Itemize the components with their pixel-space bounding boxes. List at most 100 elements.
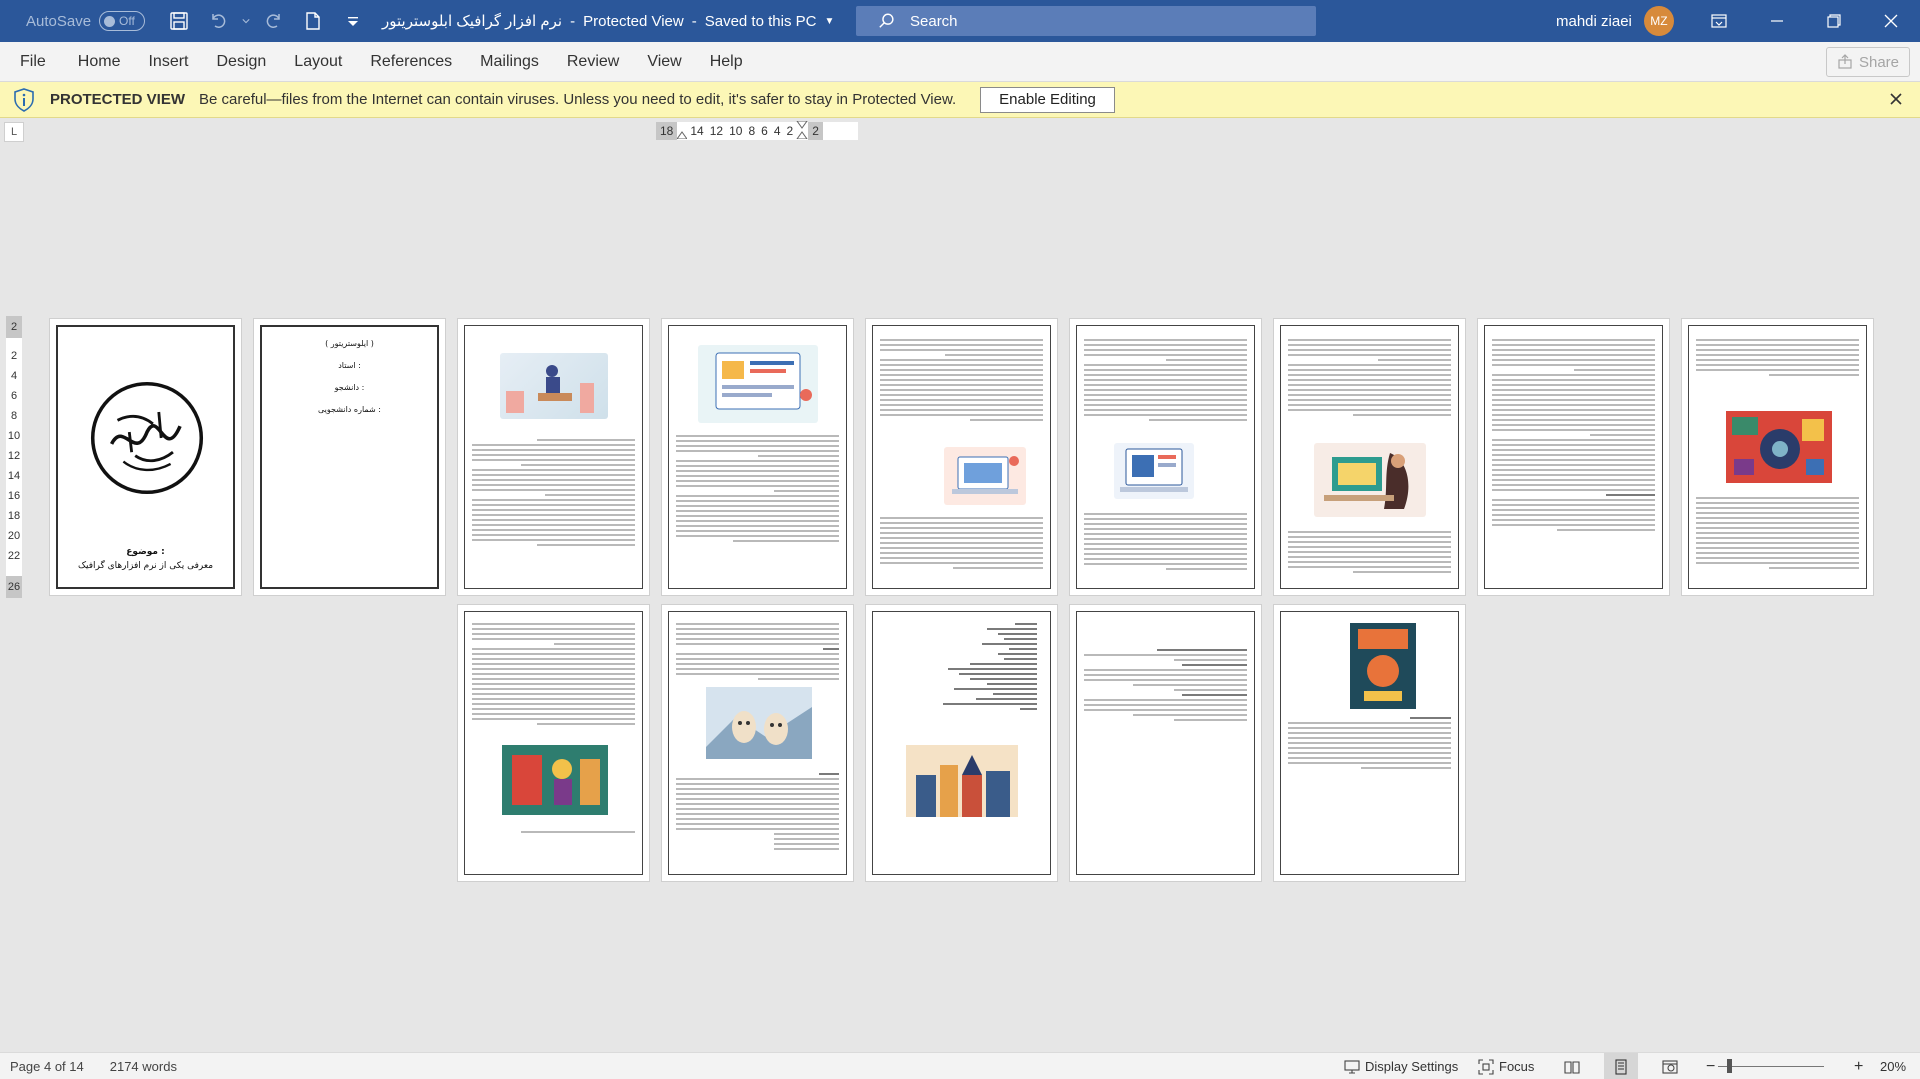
page-text-block [472,439,635,549]
vruler-tick: 8 [10,410,18,422]
page-text-block [1288,339,1451,419]
print-layout-icon[interactable] [1604,1053,1638,1079]
title-separator: - [570,12,576,30]
page-thumbnail-12[interactable] [865,604,1058,882]
share-button[interactable]: Share [1826,47,1910,77]
page-thumbnail-13[interactable] [1069,604,1262,882]
page-text-block-2 [1288,531,1451,576]
zoom-slider-track[interactable] [1718,1066,1824,1067]
right-indent-marker[interactable] [796,120,809,142]
page-text-block [1288,717,1451,772]
protected-view-status: Protected View [583,12,684,30]
menu-layout[interactable]: Layout [280,42,356,82]
undo-icon[interactable] [199,0,239,42]
autosave-toggle[interactable]: Off [99,11,146,31]
title-bar: AutoSave Off نرم افزار گرافیک ابلوستریتو… [0,0,1920,42]
page-illustration [1726,411,1832,483]
page-thumbnail-10[interactable] [457,604,650,882]
page-thumbnail-9[interactable] [1681,318,1874,596]
search-box[interactable]: Search [856,6,1316,36]
page-thumbnail-11[interactable] [661,604,854,882]
autosave-control[interactable]: AutoSave Off [26,11,146,31]
menu-home[interactable]: Home [64,42,135,82]
redo-icon[interactable] [253,0,293,42]
ruler-tick: 2 [786,124,794,138]
ruler-tick: 4 [773,124,781,138]
document-title[interactable]: نرم افزار گرافیک ابلوستریتور - Protected… [382,0,834,42]
read-mode-icon[interactable] [1564,1053,1585,1079]
undo-dropdown-icon[interactable] [239,0,253,42]
zoom-out-button[interactable]: − [1706,1053,1715,1079]
word-count[interactable]: 2174 words [110,1059,177,1074]
page-text-block [1084,339,1247,424]
page-text-block-2 [880,517,1043,572]
ruler-tick: 8 [748,124,756,138]
vruler-tick: 2 [10,350,18,362]
tab-selector[interactable]: L [4,122,24,142]
user-account[interactable]: mahdi ziaei MZ [1556,0,1674,42]
horizontal-ruler[interactable]: 18 14 12 10 8 6 4 2 2 [656,120,858,142]
menu-bar: File Home Insert Design Layout Reference… [0,42,1920,82]
vruler-tick: 20 [7,530,21,542]
page-illustration [944,447,1026,505]
page-text-block-2 [1084,513,1247,573]
page-text-block [676,435,839,545]
menu-mailings[interactable]: Mailings [466,42,553,82]
zoom-in-button[interactable]: + [1854,1053,1863,1079]
page-illustration [500,353,608,419]
share-icon [1838,54,1852,69]
page-text-block [472,623,635,728]
vruler-tick: 4 [10,370,18,382]
page-thumbnail-5[interactable] [865,318,1058,596]
page-thumbnail-14[interactable] [1273,604,1466,882]
page-text-block [1084,649,1247,724]
page-thumbnail-2[interactable]: ( ایلوستریتور ) استاد : دانشجو : شماره د… [253,318,446,596]
shield-info-icon [14,87,34,112]
vruler-tick: 22 [7,550,21,562]
page-thumbnail-3[interactable] [457,318,650,596]
display-settings-button[interactable]: Display Settings [1344,1053,1458,1079]
doc-name: نرم افزار گرافیک ابلوستریتور [382,13,563,30]
ribbon-display-options-icon[interactable] [1696,0,1742,42]
zoom-level[interactable]: 20% [1880,1053,1906,1079]
menu-view[interactable]: View [633,42,695,82]
restore-icon[interactable] [1811,0,1857,42]
menu-references[interactable]: References [356,42,466,82]
page-text-block [880,339,1043,424]
menu-help[interactable]: Help [696,42,757,82]
close-bar-icon[interactable] [1888,91,1904,107]
customize-toolbar-icon[interactable] [333,0,373,42]
page-illustration [1114,443,1194,499]
new-document-icon[interactable] [293,0,333,42]
menu-review[interactable]: Review [553,42,633,82]
avatar[interactable]: MZ [1643,6,1674,36]
vertical-ruler[interactable]: 2 2 4 6 8 10 12 14 16 18 20 22 26 [6,316,22,598]
web-layout-icon[interactable] [1662,1053,1683,1079]
share-label: Share [1858,53,1900,71]
page-text-block-2 [676,773,839,853]
zoom-slider-thumb[interactable] [1727,1059,1732,1073]
page-thumbnail-6[interactable] [1069,318,1262,596]
focus-button[interactable]: Focus [1478,1053,1534,1079]
page-thumbnail-7[interactable] [1273,318,1466,596]
search-placeholder: Search [910,12,958,30]
page-thumbnail-4[interactable] [661,318,854,596]
protected-view-bar: PROTECTED VIEW Be careful—files from the… [0,82,1920,118]
save-icon[interactable] [159,0,199,42]
title-separator-2: - [691,12,697,30]
menu-insert[interactable]: Insert [134,42,202,82]
page2-line-3: دانشجو : [334,383,365,392]
page-count[interactable]: Page 4 of 14 [10,1059,84,1074]
page-text-block [676,623,839,683]
indent-marker[interactable] [676,121,689,142]
enable-editing-button[interactable]: Enable Editing [980,86,1115,113]
menu-design[interactable]: Design [202,42,280,82]
minimize-icon[interactable] [1754,0,1800,42]
close-icon[interactable] [1868,0,1914,42]
page-thumbnail-8[interactable] [1477,318,1670,596]
autosave-label: AutoSave [26,12,92,30]
menu-file[interactable]: File [0,42,64,82]
page-illustration [1350,623,1416,709]
page-thumbnail-1[interactable]: موضوع : معرفی یکی از نرم افزارهای گرافیک [49,318,242,596]
user-name: mahdi ziaei [1556,12,1632,30]
